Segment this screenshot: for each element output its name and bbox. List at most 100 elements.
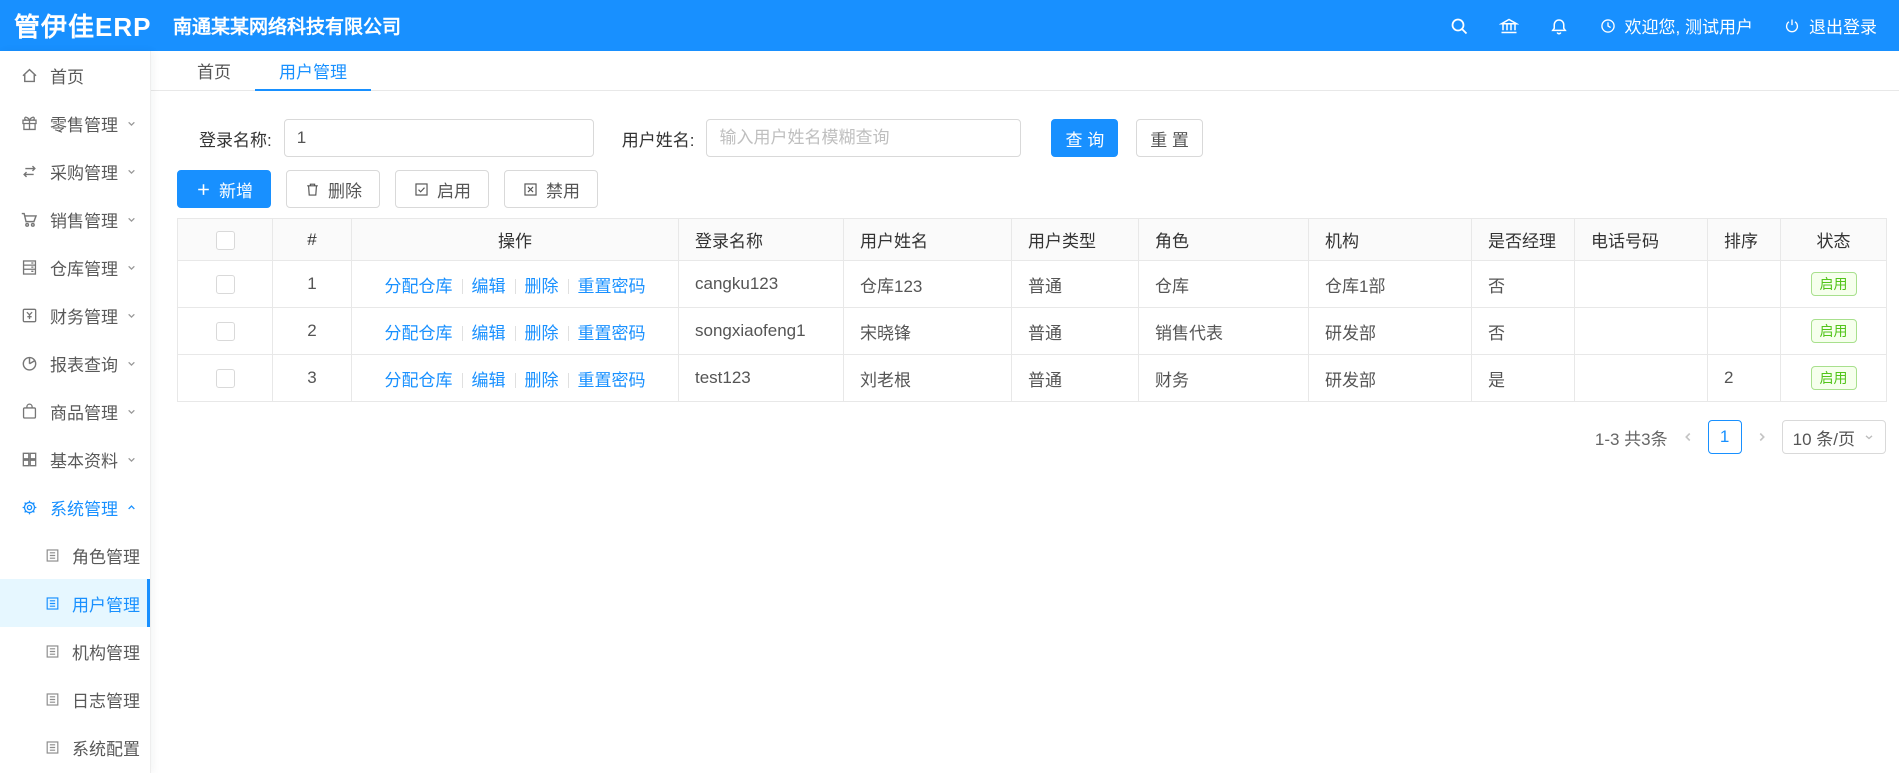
user-name-label: 用户姓名: [621, 130, 695, 150]
disable-button[interactable]: 禁用 [504, 170, 598, 208]
sidebar-item-purchase[interactable]: 采购管理 [0, 147, 150, 195]
table-row: 2 分配仓库 编辑 删除 重置密码 songxiaofeng1 宋晓锋 普通 销售代表… [177, 307, 1887, 355]
sidebar-item-label: 采购管理 [50, 163, 118, 183]
user-name-input[interactable] [706, 119, 1022, 157]
prev-page-icon[interactable] [1680, 429, 1696, 445]
sidebar-item-label: 角色管理 [72, 547, 140, 567]
action-assign-warehouse[interactable]: 分配仓库 [385, 324, 453, 343]
cell-status: 启用 [1780, 354, 1887, 402]
action-delete[interactable]: 删除 [525, 277, 559, 296]
cell-phone [1574, 354, 1708, 402]
sidebar-item-system[interactable]: 系统管理 [0, 483, 150, 531]
tab-user-mgmt[interactable]: 用户管理 [255, 51, 371, 91]
logout-button[interactable]: 退出登录 [1783, 13, 1877, 38]
action-assign-warehouse[interactable]: 分配仓库 [385, 371, 453, 390]
row-checkbox[interactable] [215, 322, 235, 341]
doc-icon [44, 739, 61, 756]
action-edit[interactable]: 编辑 [472, 371, 506, 390]
status-badge: 启用 [1810, 318, 1857, 344]
cell-sort: 2 [1707, 354, 1781, 402]
cell-name: 仓库123 [843, 260, 1012, 308]
divider [461, 372, 463, 388]
next-page-icon[interactable] [1754, 429, 1770, 445]
row-checkbox[interactable] [215, 275, 235, 294]
col-name: 用户姓名 [843, 218, 1012, 261]
page-size-select[interactable]: 10 条/页 [1781, 420, 1886, 454]
cell-role: 仓库 [1138, 260, 1309, 308]
delete-label: 删除 [328, 181, 362, 201]
cell-org: 研发部 [1308, 354, 1472, 402]
chevron-down-icon [1863, 431, 1875, 443]
check-square-icon [413, 181, 430, 198]
cell-actions: 分配仓库 编辑 删除 重置密码 [351, 307, 679, 355]
action-assign-warehouse[interactable]: 分配仓库 [385, 277, 453, 296]
tab-home[interactable]: 首页 [173, 51, 255, 91]
enable-button[interactable]: 启用 [395, 170, 489, 208]
cell-actions: 分配仓库 编辑 删除 重置密码 [351, 260, 679, 308]
sidebar-item-label: 基本资料 [50, 451, 118, 471]
sidebar-item-sys-config[interactable]: 系统配置 [0, 723, 150, 771]
query-button[interactable]: 查 询 [1051, 119, 1119, 157]
login-name-label: 登录名称: [199, 130, 272, 150]
sidebar-item-user-mgmt[interactable]: 用户管理 [0, 579, 150, 627]
page-number[interactable]: 1 [1707, 420, 1742, 454]
sidebar-item-goods[interactable]: 商品管理 [0, 387, 150, 435]
action-delete[interactable]: 删除 [525, 324, 559, 343]
cell-org: 研发部 [1308, 307, 1472, 355]
action-reset-password[interactable]: 重置密码 [578, 371, 646, 390]
cell-login: songxiaofeng1 [678, 307, 844, 355]
bank-icon[interactable] [1498, 16, 1519, 36]
sidebar-item-warehouse[interactable]: 仓库管理 [0, 243, 150, 291]
sidebar-item-retail[interactable]: 零售管理 [0, 99, 150, 147]
sidebar-item-label: 仓库管理 [50, 259, 118, 279]
chevron-down-icon [125, 357, 138, 370]
divider [514, 325, 516, 341]
cell-type: 普通 [1011, 307, 1139, 355]
app-logo: 管伊佳ERP [14, 12, 152, 42]
action-edit[interactable]: 编辑 [472, 324, 506, 343]
header-actions: 欢迎您, 测试用户 退出登录 [1449, 13, 1899, 38]
sidebar-item-home[interactable]: 首页 [0, 51, 150, 99]
sidebar-item-basedata[interactable]: 基本资料 [0, 435, 150, 483]
search-icon[interactable] [1449, 16, 1469, 36]
sidebar-item-label: 系统配置 [72, 739, 140, 759]
cell-type: 普通 [1011, 354, 1139, 402]
disable-label: 禁用 [546, 181, 580, 201]
action-delete[interactable]: 删除 [525, 371, 559, 390]
pagination: 1-3 共3条 1 10 条/页 [177, 420, 1886, 454]
welcome-user[interactable]: 欢迎您, 测试用户 [1599, 13, 1753, 38]
sidebar-item-label: 机构管理 [72, 643, 140, 663]
toolbar: 新增 删除 启用 禁用 [177, 170, 1886, 208]
action-reset-password[interactable]: 重置密码 [578, 277, 646, 296]
select-all-checkbox[interactable] [215, 230, 235, 250]
add-button[interactable]: 新增 [177, 170, 271, 208]
action-edit[interactable]: 编辑 [472, 277, 506, 296]
col-role: 角色 [1138, 218, 1309, 261]
chevron-down-icon [125, 213, 138, 226]
sidebar-item-finance[interactable]: 财务管理 [0, 291, 150, 339]
action-reset-password[interactable]: 重置密码 [578, 324, 646, 343]
swap-icon [20, 162, 39, 181]
row-checkbox[interactable] [215, 369, 235, 388]
doc-icon [44, 643, 61, 660]
chevron-down-icon [125, 261, 138, 274]
cell-index: 2 [272, 307, 352, 355]
chevron-up-icon [125, 501, 138, 514]
login-name-input[interactable] [283, 119, 594, 157]
divider [514, 372, 516, 388]
reset-button[interactable]: 重 置 [1136, 119, 1203, 157]
sidebar-item-log-mgmt[interactable]: 日志管理 [0, 675, 150, 723]
bell-icon[interactable] [1549, 16, 1569, 36]
sidebar-item-org-mgmt[interactable]: 机构管理 [0, 627, 150, 675]
doc-icon [44, 691, 61, 708]
doc-icon [44, 547, 61, 564]
sidebar-item-sales[interactable]: 销售管理 [0, 195, 150, 243]
x-square-icon [522, 181, 539, 198]
sidebar-item-role-mgmt[interactable]: 角色管理 [0, 531, 150, 579]
col-type: 用户类型 [1011, 218, 1139, 261]
delete-button[interactable]: 删除 [286, 170, 380, 208]
col-status: 状态 [1780, 218, 1887, 261]
divider [567, 372, 569, 388]
sidebar-item-reports[interactable]: 报表查询 [0, 339, 150, 387]
doc-icon [44, 595, 61, 612]
